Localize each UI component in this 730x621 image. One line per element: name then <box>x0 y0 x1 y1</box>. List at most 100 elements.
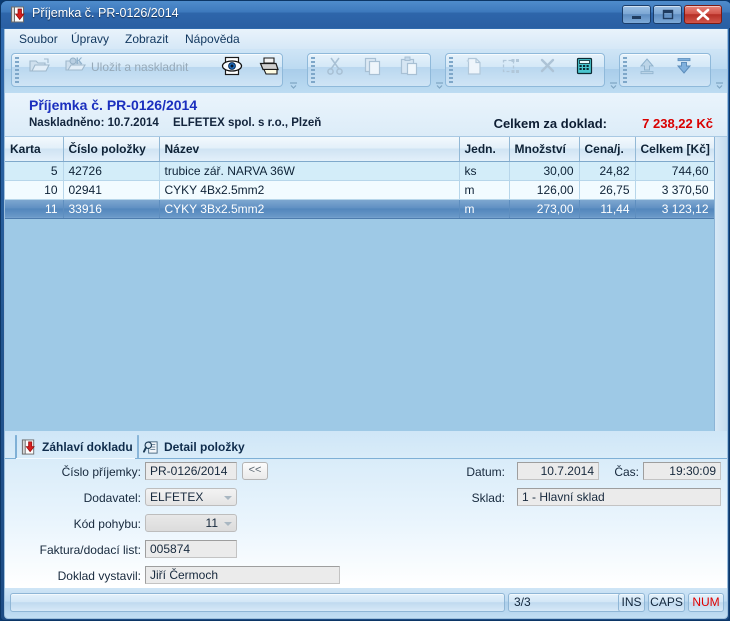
table-row-selected[interactable]: 11 33916 CYKY 3Bx2.5mm2 m 273,00 11,44 3… <box>5 199 715 219</box>
client-area: Příjemka č. PR-0126/2014 Naskladněno: 10… <box>4 93 728 588</box>
datum-input[interactable]: 10.7.2014 <box>517 462 599 480</box>
menu-item-upravy[interactable]: Úpravy <box>69 32 111 47</box>
cell-mnozstvi: 30,00 <box>509 161 580 181</box>
menu-item-napoveda[interactable]: Nápověda <box>183 32 242 47</box>
copy-icon[interactable] <box>360 54 385 78</box>
chevron-down-icon <box>224 496 232 500</box>
menu-bar: Soubor Úpravy Zobrazit Nápověda <box>4 29 728 49</box>
status-message <box>10 593 505 612</box>
label-kod-pohybu: Kód pohybu: <box>73 517 141 531</box>
delete-icon[interactable] <box>535 54 560 78</box>
cell-karta: 5 <box>5 161 64 181</box>
dodavatel-select[interactable]: ELFETEX <box>145 488 237 506</box>
status-num-indicator: NUM <box>688 593 724 612</box>
toolbar-gripper[interactable] <box>15 57 19 84</box>
stocked-date-label: Naskladněno: 10.7.2014 <box>29 117 159 129</box>
label-cas: Čas: <box>614 465 639 479</box>
move-up-icon[interactable] <box>635 54 660 78</box>
save-and-stock-label[interactable]: Uložit a naskladnit <box>91 60 188 74</box>
menu-item-soubor[interactable]: Soubor <box>17 32 60 47</box>
minimize-button[interactable] <box>622 5 651 24</box>
vystavil-input[interactable]: Jiří Čermoch <box>145 566 340 584</box>
label-faktura: Faktura/dodací list: <box>39 543 141 557</box>
cell-mnozstvi: 273,00 <box>509 199 580 219</box>
cell-cena: 26,75 <box>579 180 636 200</box>
print-icon[interactable] <box>257 54 282 78</box>
cell-cena: 24,82 <box>579 161 636 181</box>
cell-karta: 10 <box>5 180 64 200</box>
cell-cislo: 33916 <box>63 199 160 219</box>
cell-celkem: 3 123,12 <box>635 199 715 219</box>
cell-nazev: trubice zář. NARVA 36W <box>159 161 460 181</box>
table-row[interactable]: 10 02941 CYKY 4Bx2.5mm2 m 126,00 26,75 3… <box>5 180 715 200</box>
document-total-value: 7 238,22 Kč <box>642 116 713 131</box>
cell-jedn: m <box>459 199 510 219</box>
column-header-cislo[interactable]: Číslo položky <box>63 137 160 162</box>
close-button[interactable] <box>684 5 722 24</box>
toolbar-gripper[interactable] <box>449 57 453 84</box>
kod-pohybu-value: 11 <box>205 516 218 530</box>
application-window: Příjemka č. PR-0126/2014 Soubor Úpravy Z… <box>0 0 730 621</box>
svg-text:K: K <box>76 56 83 66</box>
document-total-label: Celkem za doklad: <box>493 116 607 131</box>
cell-karta: 11 <box>5 199 64 219</box>
sklad-input[interactable]: 1 - Hlavní sklad <box>517 488 721 506</box>
status-record-count: 3/3 <box>508 593 623 612</box>
column-header-celkem[interactable]: Celkem [Kč] <box>635 137 715 162</box>
preview-icon[interactable] <box>220 54 245 78</box>
label-vystavil: Doklad vystavil: <box>57 569 141 583</box>
toolbar: K Uložit a naskladnit <box>4 49 728 93</box>
label-datum: Datum: <box>466 465 505 479</box>
toolbar-gripper[interactable] <box>623 57 627 84</box>
supplier-label: ELFETEX spol. s r.o., Plzeň <box>173 117 322 129</box>
toolbar-overflow-edit-icon[interactable] <box>609 79 618 89</box>
column-header-mnozstvi[interactable]: Množství <box>509 137 580 162</box>
previous-record-button[interactable]: << <box>242 462 268 480</box>
new-item-icon[interactable] <box>461 54 486 78</box>
cell-celkem: 744,60 <box>635 161 715 181</box>
move-down-icon[interactable] <box>672 54 697 78</box>
items-grid[interactable]: Karta Číslo položky Název Jedn. Množství… <box>5 137 727 431</box>
cell-nazev: CYKY 4Bx2.5mm2 <box>159 180 460 200</box>
label-sklad: Sklad: <box>471 491 505 505</box>
open-icon[interactable] <box>27 54 52 78</box>
toolbar-overflow-move-icon[interactable] <box>715 79 724 89</box>
tab-zahlavi-dokladu[interactable]: Záhlaví dokladu <box>15 435 133 459</box>
toolbar-overflow-clipboard-icon[interactable] <box>435 79 444 89</box>
kod-pohybu-select[interactable]: 11 <box>145 514 237 532</box>
column-header-nazev[interactable]: Název <box>159 137 460 162</box>
column-header-cena[interactable]: Cena/j. <box>579 137 636 162</box>
document-header: Příjemka č. PR-0126/2014 Naskladněno: 10… <box>5 93 727 137</box>
toolbar-overflow-file-icon[interactable] <box>289 79 298 89</box>
document-down-arrow-icon <box>21 439 37 458</box>
status-bar: 3/3 INS CAPS NUM <box>4 588 728 619</box>
faktura-input[interactable]: 005874 <box>145 540 237 558</box>
cell-mnozstvi: 126,00 <box>509 180 580 200</box>
grid-vertical-scrollbar[interactable] <box>714 137 727 431</box>
paste-icon[interactable] <box>397 54 422 78</box>
table-row[interactable]: 5 42726 trubice zář. NARVA 36W ks 30,00 … <box>5 161 715 181</box>
details-panel: Záhlaví dokladu Detail položky Číslo pří… <box>5 431 727 586</box>
maximize-button[interactable] <box>653 5 682 24</box>
column-header-karta[interactable]: Karta <box>5 137 64 162</box>
cut-icon[interactable] <box>323 54 348 78</box>
label-cislo-prijemky: Číslo příjemky: <box>61 465 141 479</box>
toolbar-group-move <box>619 53 711 87</box>
cas-input[interactable]: 19:30:09 <box>643 462 721 480</box>
cell-celkem: 3 370,50 <box>635 180 715 200</box>
status-caps-indicator: CAPS <box>648 593 685 612</box>
save-and-stock-icon[interactable]: K <box>63 54 88 78</box>
column-header-jedn[interactable]: Jedn. <box>459 137 510 162</box>
cell-jedn: ks <box>459 161 510 181</box>
toolbar-gripper[interactable] <box>311 57 315 84</box>
cell-cena: 11,44 <box>579 199 636 219</box>
title-bar: Příjemka č. PR-0126/2014 <box>1 1 730 28</box>
duplicate-icon[interactable] <box>498 54 523 78</box>
cislo-prijemky-input[interactable]: PR-0126/2014 <box>145 462 237 480</box>
tab-label: Záhlaví dokladu <box>42 440 133 454</box>
magnifier-document-icon <box>143 439 159 458</box>
menu-item-zobrazit[interactable]: Zobrazit <box>123 32 170 47</box>
tab-detail-polozky[interactable]: Detail položky <box>137 435 245 458</box>
calculator-icon[interactable] <box>572 54 597 78</box>
cell-cislo: 42726 <box>63 161 160 181</box>
